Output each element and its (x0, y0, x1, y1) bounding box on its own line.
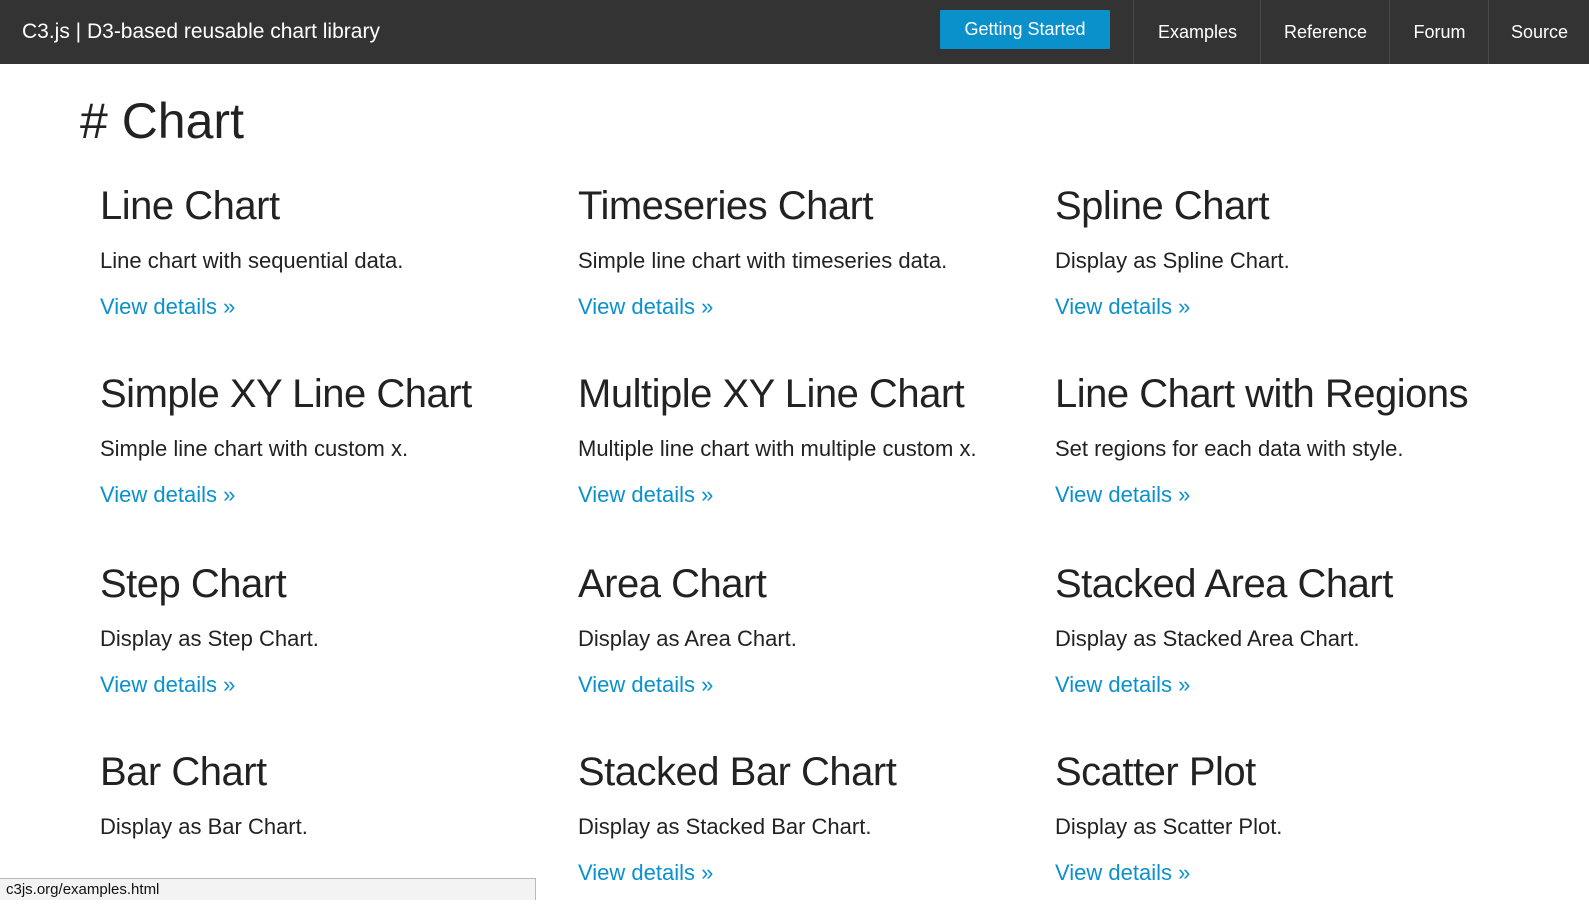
card-title: Spline Chart (1055, 184, 1270, 228)
card-description: Display as Step Chart. (100, 626, 319, 651)
view-details-link[interactable]: View details » (578, 860, 713, 886)
view-details-link[interactable]: View details » (100, 672, 235, 698)
view-details-link[interactable]: View details » (100, 482, 235, 508)
card-title: Simple XY Line Chart (100, 372, 472, 416)
view-details-link[interactable]: View details » (578, 672, 713, 698)
card-title: Line Chart (100, 184, 280, 228)
card-description: Multiple line chart with multiple custom… (578, 436, 977, 461)
card-spline-chart: Spline Chart Display as Spline Chart. Vi… (1055, 184, 1515, 354)
card-description: Display as Bar Chart. (100, 814, 308, 839)
view-details-link[interactable]: View details » (578, 294, 713, 320)
nav-reference-link[interactable]: Reference (1260, 0, 1390, 64)
view-details-link[interactable]: View details » (1055, 860, 1190, 886)
card-stacked-area-chart: Stacked Area Chart Display as Stacked Ar… (1055, 562, 1515, 732)
card-description: Display as Stacked Area Chart. (1055, 626, 1360, 651)
card-title: Line Chart with Regions (1055, 372, 1469, 416)
card-simple-xy-line-chart: Simple XY Line Chart Simple line chart w… (100, 372, 560, 542)
card-multiple-xy-line-chart: Multiple XY Line Chart Multiple line cha… (578, 372, 1038, 542)
card-description: Display as Area Chart. (578, 626, 797, 651)
card-scatter-plot: Scatter Plot Display as Scatter Plot. Vi… (1055, 750, 1515, 920)
view-details-link[interactable]: View details » (1055, 294, 1190, 320)
card-title: Timeseries Chart (578, 184, 874, 228)
card-description: Display as Spline Chart. (1055, 248, 1290, 273)
getting-started-button[interactable]: Getting Started (940, 10, 1110, 49)
card-description: Simple line chart with timeseries data. (578, 248, 948, 273)
top-navbar: C3.js | D3-based reusable chart library … (0, 0, 1589, 64)
card-title: Bar Chart (100, 750, 267, 794)
view-details-link[interactable]: View details » (1055, 672, 1190, 698)
card-line-chart-with-regions: Line Chart with Regions Set regions for … (1055, 372, 1515, 542)
view-details-link[interactable]: View details » (1055, 482, 1190, 508)
card-description: Display as Stacked Bar Chart. (578, 814, 872, 839)
card-area-chart: Area Chart Display as Area Chart. View d… (578, 562, 1038, 732)
page-title: # Chart (80, 93, 244, 149)
card-description: Line chart with sequential data. (100, 248, 404, 273)
card-description: Simple line chart with custom x. (100, 436, 409, 461)
card-line-chart: Line Chart Line chart with sequential da… (100, 184, 560, 354)
card-title: Area Chart (578, 562, 767, 606)
card-description: Set regions for each data with style. (1055, 436, 1404, 461)
card-title: Step Chart (100, 562, 287, 606)
browser-status-bar: c3js.org/examples.html (0, 878, 536, 900)
card-title: Stacked Area Chart (1055, 562, 1393, 606)
card-stacked-bar-chart: Stacked Bar Chart Display as Stacked Bar… (578, 750, 1038, 920)
card-description: Display as Scatter Plot. (1055, 814, 1283, 839)
card-step-chart: Step Chart Display as Step Chart. View d… (100, 562, 560, 732)
nav-source-link[interactable]: Source (1488, 0, 1589, 64)
site-brand[interactable]: C3.js | D3-based reusable chart library (22, 0, 380, 64)
card-title: Multiple XY Line Chart (578, 372, 965, 416)
nav-examples-link[interactable]: Examples (1133, 0, 1261, 64)
card-timeseries-chart: Timeseries Chart Simple line chart with … (578, 184, 1038, 354)
card-title: Scatter Plot (1055, 750, 1256, 794)
view-details-link[interactable]: View details » (100, 294, 235, 320)
card-title: Stacked Bar Chart (578, 750, 897, 794)
view-details-link[interactable]: View details » (578, 482, 713, 508)
nav-forum-link[interactable]: Forum (1389, 0, 1489, 64)
